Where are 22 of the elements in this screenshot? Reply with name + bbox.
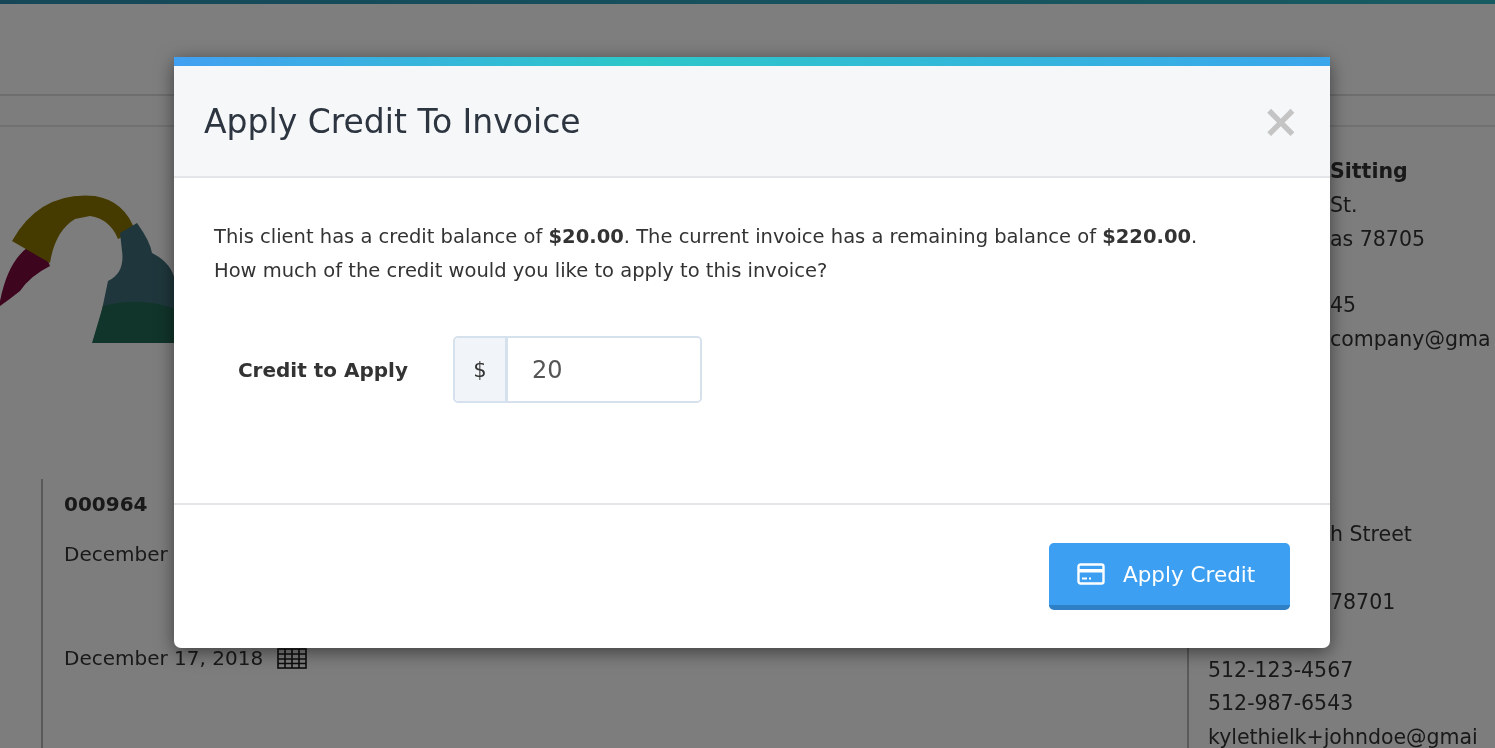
- credit-card-icon: [1077, 563, 1105, 585]
- credit-amount-field[interactable]: $ 20: [453, 336, 702, 403]
- company-info-line: as 78705: [1330, 225, 1426, 253]
- client-info-line: 512-987-6543: [1208, 690, 1355, 718]
- credit-message: This client has a credit balance of $20.00. The current invoice has a remaining balance of $220.00. How much of the credit would you like to apply to this invoice?: [214, 224, 1199, 284]
- company-info-line: St.: [1330, 191, 1359, 219]
- field-label: Credit to Apply: [236, 357, 409, 382]
- client-info-line: kylethielk+johndoe@gmai: [1208, 724, 1479, 748]
- calendar-icon[interactable]: [277, 647, 308, 669]
- client-info-line: 512-123-4567: [1208, 656, 1355, 684]
- currency-prefix: $: [455, 338, 508, 401]
- invoice-number: 000964: [64, 491, 149, 518]
- close-button[interactable]: ×: [1261, 98, 1300, 144]
- company-info-line: company@gma: [1330, 326, 1492, 354]
- client-info-line: 78701: [1329, 588, 1397, 616]
- invoice-date: December: [64, 541, 168, 568]
- invoice-date: December 17, 2018: [64, 645, 264, 672]
- client-info-line: h Street: [1329, 521, 1413, 548]
- company-info-line: Sitting: [1330, 158, 1409, 185]
- modal-title: Apply Credit To Invoice: [204, 101, 581, 141]
- apply-credit-button[interactable]: Apply Credit: [1049, 543, 1290, 610]
- company-info-line: 45: [1330, 292, 1358, 320]
